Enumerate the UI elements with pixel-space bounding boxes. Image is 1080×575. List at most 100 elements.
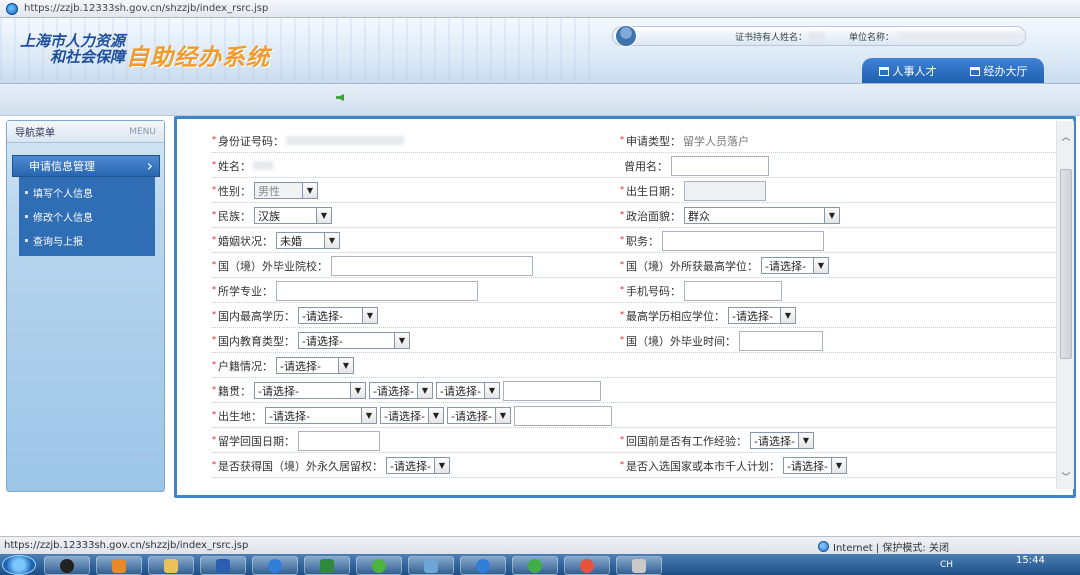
sidebar-item-fill-info[interactable]: 填写个人信息 — [19, 180, 155, 204]
sidebar-item-application-info[interactable]: 申请信息管理 › — [12, 155, 160, 177]
overseas-degree-label: 国（境）外所获最高学位： — [626, 259, 758, 273]
highest-edu-degree-label: 最高学历相应学位： — [626, 309, 725, 323]
name-label: 姓名： — [218, 159, 251, 173]
native-city-select[interactable]: -请选择- ▼ — [369, 382, 433, 399]
application-type-value: 留学人员落户 — [683, 134, 749, 148]
overseas-degree-select[interactable]: -请选择- ▼ — [761, 257, 829, 274]
sidebar-title: 导航菜单 — [15, 128, 55, 139]
political-status-select[interactable]: 群众 ▼ — [684, 207, 840, 224]
building-icon — [969, 66, 980, 76]
domestic-edu-type-select[interactable]: -请选择- ▼ — [298, 332, 410, 349]
chevron-down-icon: ▼ — [813, 258, 828, 273]
sidebar-submenu: 填写个人信息 修改个人信息 查询与上报 — [19, 177, 155, 256]
tab-hr-talent[interactable]: 人事人才 — [878, 63, 937, 79]
native-place-label: 籍贯： — [218, 384, 251, 398]
sogou2-taskbar-icon[interactable] — [460, 556, 506, 575]
birth-date-input[interactable] — [684, 180, 766, 201]
position-input[interactable] — [662, 230, 824, 251]
return-date-label: 留学回国日期： — [218, 434, 295, 448]
ethnicity-select[interactable]: 汉族 ▼ — [254, 207, 332, 224]
gender-select[interactable]: 男性 ▼ — [254, 182, 318, 199]
work-exp-label: 回国前是否有工作经验： — [626, 434, 747, 448]
birthplace-detail-input[interactable] — [514, 405, 612, 426]
status-url: https://zzjb.12333sh.gov.cn/shzzjb/index… — [4, 540, 249, 551]
talent-plan-label: 是否入选国家或本市千人计划： — [626, 459, 780, 473]
work-exp-select[interactable]: -请选择- ▼ — [750, 432, 814, 449]
birth-province-select[interactable]: -请选择- ▼ — [265, 407, 377, 424]
word-taskbar-icon[interactable] — [200, 556, 246, 575]
overseas-school-input[interactable] — [331, 255, 533, 276]
marital-status-label: 婚姻状况： — [218, 234, 273, 248]
chevron-down-icon: ▼ — [362, 308, 377, 323]
scroll-up-icon[interactable]: ︿ — [1059, 129, 1073, 143]
mobile-input[interactable] — [684, 280, 782, 301]
vertical-scrollbar[interactable]: ︿ ﹀ — [1056, 121, 1074, 489]
header-banner: 上海市人力资源 和社会保障 自助经办系统 证书持有人姓名： 单位名称： 人事人才… — [0, 18, 1080, 84]
qq-taskbar-icon[interactable] — [44, 556, 90, 575]
major-input[interactable] — [276, 280, 478, 301]
cert-holder-label: 证书持有人姓名： — [735, 32, 808, 43]
briefcase-icon — [878, 66, 889, 76]
chevron-down-icon: ▼ — [434, 458, 449, 473]
permanent-residency-select[interactable]: -请选择- ▼ — [386, 457, 450, 474]
sidebar-item-query-submit[interactable]: 查询与上报 — [19, 228, 155, 252]
start-button[interactable] — [2, 555, 36, 575]
folder-taskbar-icon[interactable] — [148, 556, 194, 575]
form-row: * 国内教育类型： -请选择- ▼ * 国（境）外毕业时间： — [212, 328, 1056, 353]
printer-taskbar-icon[interactable] — [616, 556, 662, 575]
sidebar-title-en: MENU — [129, 126, 156, 137]
overseas-school-label: 国（境）外毕业院校： — [218, 259, 328, 273]
former-name-input[interactable] — [671, 155, 769, 176]
green-taskbar-icon[interactable] — [512, 556, 558, 575]
return-date-input[interactable] — [298, 430, 380, 451]
chevron-down-icon: ▼ — [324, 233, 339, 248]
native-place-detail-input[interactable] — [503, 380, 601, 401]
domestic-education-select[interactable]: -请选择- ▼ — [298, 307, 378, 324]
security-zone[interactable]: Internet | 保护模式: 关闭 — [833, 539, 949, 554]
unit-value-blurred — [898, 31, 1025, 41]
form-row: * 性别： 男性 ▼ * 出生日期： — [212, 178, 1056, 203]
language-indicator[interactable]: CH — [940, 560, 953, 570]
form-row: * 所学专业： * 手机号码： — [212, 278, 1056, 303]
chevron-down-icon: ▼ — [316, 208, 331, 223]
address-url[interactable]: https://zzjb.12333sh.gov.cn/shzzjb/index… — [24, 3, 268, 14]
wechat-taskbar-icon[interactable] — [356, 556, 402, 575]
chrome-taskbar-icon[interactable] — [564, 556, 610, 575]
position-label: 职务： — [626, 234, 659, 248]
app-taskbar-icon[interactable] — [408, 556, 454, 575]
clock[interactable]: 15:44 — [1016, 555, 1045, 566]
scroll-down-icon[interactable]: ﹀ — [1059, 469, 1073, 483]
political-status-label: 政治面貌： — [626, 209, 681, 223]
native-district-select[interactable]: -请选择- ▼ — [436, 382, 500, 399]
native-province-select[interactable]: -请选择- ▼ — [254, 382, 366, 399]
browser-taskbar-icon[interactable] — [96, 556, 142, 575]
chevron-down-icon: ▼ — [302, 183, 317, 198]
form-row: * 民族： 汉族 ▼ * 政治面貌： 群众 ▼ — [212, 203, 1056, 228]
sogou-taskbar-icon[interactable] — [252, 556, 298, 575]
birth-district-select[interactable]: -请选择- ▼ — [447, 407, 511, 424]
sidebar: 导航菜单 MENU 申请信息管理 › 填写个人信息 修改个人信息 查询与上报 — [6, 120, 165, 492]
form-row: * 是否获得国（境）外永久居留权： -请选择- ▼ * 是否入选国家或本市千人计划： -请… — [212, 453, 1056, 478]
speaker-icon[interactable] — [336, 94, 344, 101]
overseas-grad-time-input[interactable] — [739, 330, 823, 351]
tab-service-hall[interactable]: 经办大厅 — [969, 63, 1028, 79]
highest-edu-degree-select[interactable]: -请选择- ▼ — [728, 307, 796, 324]
marital-status-select[interactable]: 未婚 ▼ — [276, 232, 340, 249]
excel-taskbar-icon[interactable] — [304, 556, 350, 575]
cert-holder-value-blurred — [809, 31, 826, 41]
birth-city-select[interactable]: -请选择- ▼ — [380, 407, 444, 424]
chevron-down-icon: ▼ — [338, 358, 353, 373]
birth-date-label: 出生日期： — [626, 184, 681, 198]
former-name-label: 曾用名： — [624, 159, 668, 173]
ethnicity-label: 民族： — [218, 209, 251, 223]
form-row: * 籍贯： -请选择- ▼ -请选择- ▼ -请选择- ▼ — [212, 378, 1056, 403]
talent-plan-select[interactable]: -请选择- ▼ — [783, 457, 847, 474]
household-status-select[interactable]: -请选择- ▼ — [276, 357, 354, 374]
chevron-down-icon: ▼ — [495, 408, 510, 423]
sidebar-item-edit-info[interactable]: 修改个人信息 — [19, 204, 155, 228]
header-tabs: 人事人才 经办大厅 — [862, 58, 1044, 83]
system-tray: CH — [940, 554, 953, 575]
scroll-thumb[interactable] — [1060, 169, 1072, 359]
address-bar[interactable]: https://zzjb.12333sh.gov.cn/shzzjb/index… — [0, 0, 1080, 18]
user-info-bar: 证书持有人姓名： 单位名称： — [612, 25, 1026, 47]
